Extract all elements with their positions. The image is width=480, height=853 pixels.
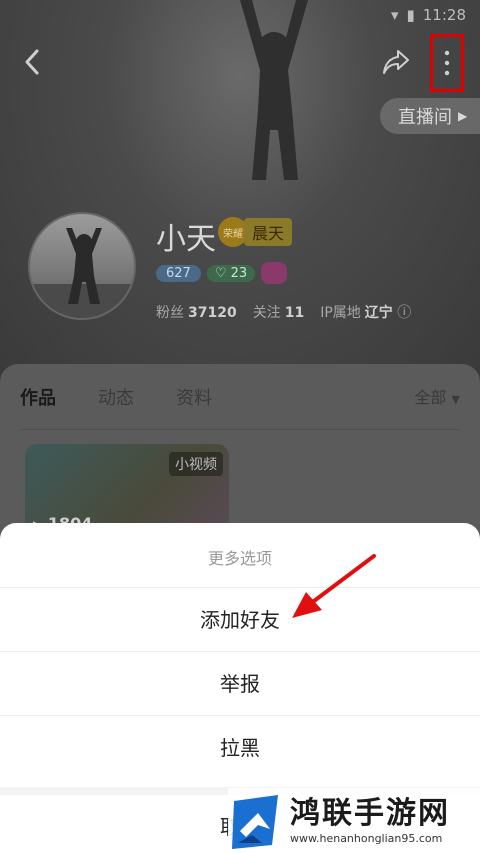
caret-down-icon: ▼ xyxy=(451,393,460,406)
following-label: 关注 xyxy=(252,305,281,321)
vertical-ellipsis-icon xyxy=(444,50,450,76)
ip-location: IP属地 辽宁 ⓘ xyxy=(320,302,411,322)
following-stat[interactable]: 关注 11 xyxy=(253,302,304,322)
watermark-title: 鸿联手游网 xyxy=(290,795,450,831)
avatar-silhouette xyxy=(30,228,134,318)
add-friend-option[interactable]: 添加好友 xyxy=(0,587,480,651)
level-badge[interactable]: 627 xyxy=(156,264,201,282)
live-room-label: 直播间 xyxy=(398,107,452,128)
stats-row: 粉丝 37120 关注 11 IP属地 辽宁 ⓘ xyxy=(156,302,411,322)
back-button[interactable] xyxy=(14,44,50,80)
profile-tabs: 作品 动态 资料 xyxy=(20,384,460,430)
fans-stat[interactable]: 粉丝 37120 xyxy=(156,302,237,322)
status-time: 11:28 xyxy=(422,6,466,24)
site-watermark: 鸿联手游网 www.henanhonglian95.com xyxy=(228,788,480,853)
fans-label: 粉丝 xyxy=(156,305,184,321)
heart-shield-icon: ♡ xyxy=(214,265,227,281)
video-tag: 小视频 xyxy=(169,452,223,476)
info-circle-icon[interactable]: ⓘ xyxy=(397,305,411,321)
rank-label: 晨天 xyxy=(244,218,293,246)
chevron-left-icon xyxy=(25,49,39,75)
filter-label: 全部 xyxy=(414,388,447,407)
red-pointer-arrow-icon xyxy=(292,554,376,618)
avatar[interactable] xyxy=(28,212,136,320)
more-options-button[interactable] xyxy=(430,34,464,92)
signal-icon: ▾ xyxy=(390,6,399,24)
sheet-title: 更多选项 xyxy=(207,549,272,568)
following-count: 11 xyxy=(284,305,305,321)
play-triangle-icon: ▶ xyxy=(458,109,468,123)
ip-label: IP属地 xyxy=(320,305,361,321)
battery-icon: ▮ xyxy=(406,6,415,24)
watermark-url: www.henanhonglian95.com xyxy=(290,831,443,845)
tab-info[interactable]: 资料 xyxy=(176,384,212,429)
share-arrow-icon xyxy=(383,50,409,74)
site-logo-icon xyxy=(232,794,278,849)
badge-row: 627 ♡ 23 xyxy=(156,262,288,284)
profile-name: 小天 xyxy=(156,222,216,257)
tab-activity[interactable]: 动态 xyxy=(98,384,134,429)
heart-badge[interactable]: ♡ 23 xyxy=(206,264,256,282)
live-room-button[interactable]: 直播间 ▶ xyxy=(380,98,480,134)
rank-badge[interactable]: 荣耀 晨天 xyxy=(218,217,293,247)
report-option[interactable]: 举报 xyxy=(0,651,480,715)
status-bar: ▾ ▮ 11:28 xyxy=(391,6,466,24)
block-option[interactable]: 拉黑 xyxy=(0,715,480,779)
heart-badge-count: 23 xyxy=(230,265,248,281)
tab-works[interactable]: 作品 xyxy=(20,384,56,429)
share-button[interactable] xyxy=(378,44,414,80)
fans-count: 37120 xyxy=(188,305,237,321)
ip-value: 辽宁 xyxy=(364,305,393,321)
pink-badge-icon[interactable] xyxy=(261,262,288,284)
filter-dropdown[interactable]: 全部 ▼ xyxy=(414,384,460,408)
